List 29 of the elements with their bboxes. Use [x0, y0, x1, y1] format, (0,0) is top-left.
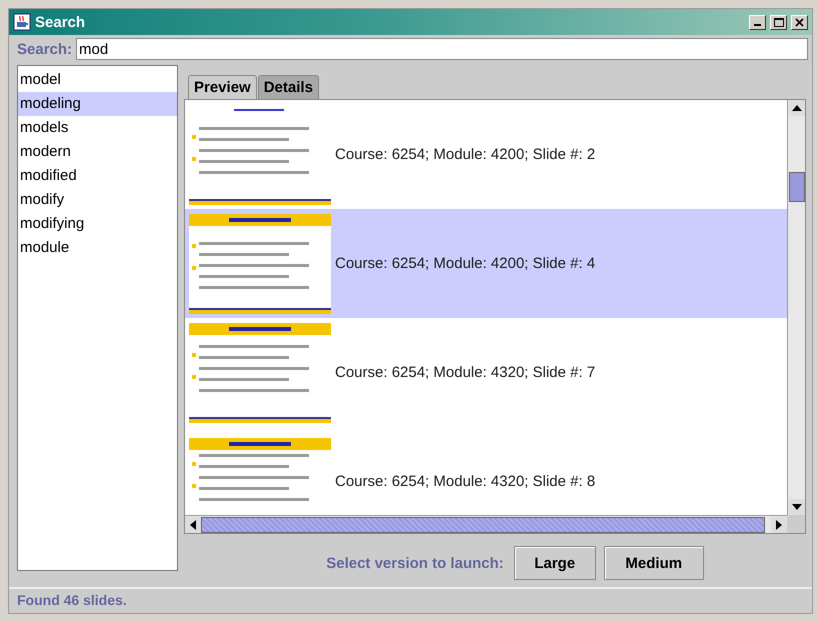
slide-caption: Course: 6254; Module: 4200; Slide #: 2 [335, 146, 596, 163]
search-field[interactable]: mod [76, 38, 808, 60]
scroll-thumb[interactable] [788, 172, 804, 202]
slide-caption: Course: 6254; Module: 4320; Slide #: 8 [335, 473, 596, 490]
list-item[interactable]: modeling [18, 92, 177, 116]
close-icon [795, 18, 804, 26]
right-arrow-icon[interactable] [776, 520, 782, 530]
app-icon [13, 13, 31, 31]
slide-caption: Course: 6254; Module: 4200; Slide #: 4 [335, 255, 596, 272]
tab[interactable]: Details [258, 75, 319, 99]
result-row[interactable]: Course: 6254; Module: 4200; Slide #: 4 [185, 209, 787, 318]
launch-button[interactable]: Medium [604, 546, 704, 580]
horizontal-scrollbar[interactable] [185, 515, 787, 533]
launch-button[interactable]: Large [514, 546, 596, 580]
launch-label: Select version to launch: [326, 554, 504, 572]
maximize-icon [774, 18, 784, 26]
tab[interactable]: Preview [188, 75, 257, 99]
close-button[interactable] [791, 14, 808, 30]
vertical-scrollbar[interactable] [787, 100, 805, 515]
scroll-thumb[interactable] [201, 516, 765, 532]
up-arrow-icon[interactable] [792, 105, 802, 111]
slide-caption: Course: 6254; Module: 4320; Slide #: 7 [335, 364, 596, 381]
left-arrow-icon[interactable] [190, 520, 196, 530]
search-label: Search: [17, 40, 72, 58]
minimize-button[interactable] [749, 14, 766, 30]
down-arrow-icon[interactable] [792, 504, 802, 510]
maximize-button[interactable] [770, 14, 787, 30]
window-title: Search [35, 14, 86, 30]
status-text: Found 46 slides. [17, 592, 127, 608]
